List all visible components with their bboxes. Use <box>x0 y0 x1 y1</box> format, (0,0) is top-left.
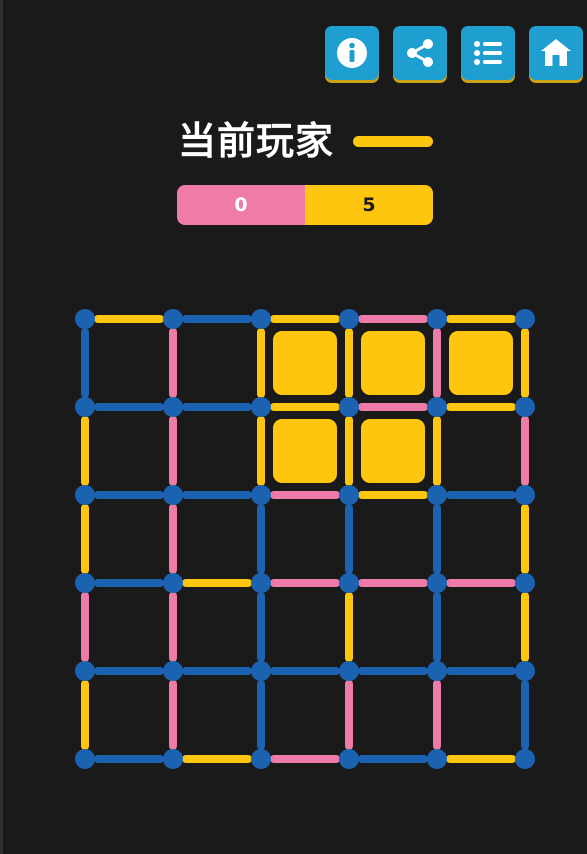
grid-dot <box>427 749 447 769</box>
grid-dot <box>515 661 535 681</box>
grid-dot <box>163 309 183 329</box>
grid-dot <box>515 485 535 505</box>
grid-dot <box>339 573 359 593</box>
grid-dot <box>251 485 271 505</box>
grid-dot <box>75 661 95 681</box>
grid-dot <box>251 749 271 769</box>
grid-dot <box>427 661 447 681</box>
grid-dot <box>251 397 271 417</box>
grid-dot <box>339 397 359 417</box>
grid-dot <box>427 309 447 329</box>
grid-dot <box>515 749 535 769</box>
claimed-box <box>361 331 425 395</box>
grid-dot <box>163 397 183 417</box>
game-screen: 当前玩家 0 5 <box>0 0 587 854</box>
grid-dot <box>75 573 95 593</box>
grid-dot <box>75 309 95 329</box>
grid-dot <box>339 661 359 681</box>
grid-dot <box>163 661 183 681</box>
grid-dot <box>339 749 359 769</box>
grid-dot <box>339 485 359 505</box>
grid-dot <box>251 309 271 329</box>
claimed-box <box>273 419 337 483</box>
grid-dot <box>339 309 359 329</box>
grid-dot <box>163 749 183 769</box>
claimed-box <box>273 331 337 395</box>
grid-dot <box>163 573 183 593</box>
grid-dot <box>75 485 95 505</box>
claimed-box <box>449 331 513 395</box>
grid-dot <box>427 397 447 417</box>
grid-dot <box>163 485 183 505</box>
grid-dot <box>427 573 447 593</box>
grid-dot <box>515 309 535 329</box>
grid-dot <box>75 397 95 417</box>
grid-dot <box>75 749 95 769</box>
grid-dot <box>251 661 271 681</box>
grid-dot <box>251 573 271 593</box>
game-board <box>75 309 535 769</box>
grid-dot <box>427 485 447 505</box>
claimed-box <box>361 419 425 483</box>
grid-dot <box>515 573 535 593</box>
grid-dot <box>515 397 535 417</box>
